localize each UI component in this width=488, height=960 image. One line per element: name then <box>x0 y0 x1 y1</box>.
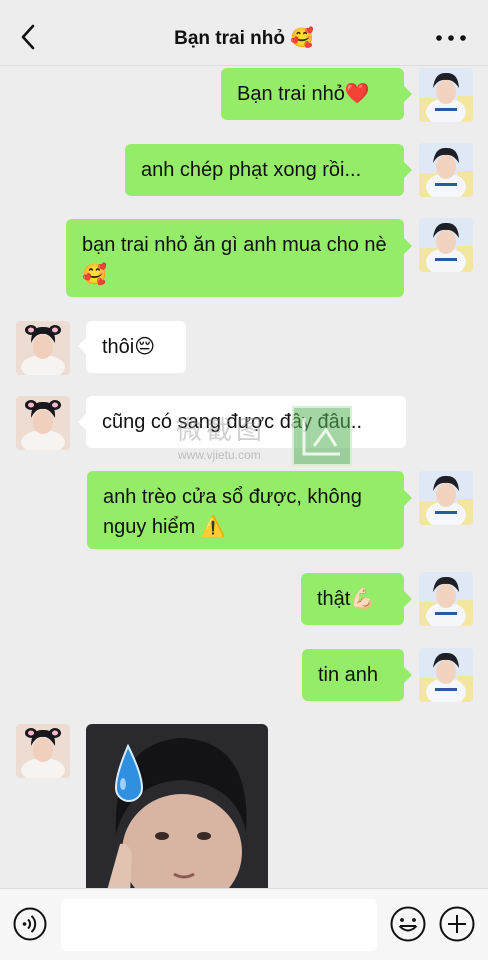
bubble-tail <box>404 490 412 506</box>
message-text: thôi😔 <box>102 336 156 358</box>
more-dots-icon[interactable] <box>434 28 468 48</box>
message-list[interactable]: Bạn trai nhỏ❤️ anh chép phạt xong rồi...… <box>0 66 488 888</box>
message-text: anh trèo cửa sổ được, không nguy hiểm ⚠️ <box>103 486 362 538</box>
message-text: bạn trai nhỏ ăn gì anh mua cho nè🥰 <box>82 234 387 286</box>
message-text: cũng có sang được đây đâu.. <box>102 411 362 433</box>
message-bubble-outgoing[interactable]: Bạn trai nhỏ❤️ <box>221 68 404 120</box>
my-avatar[interactable] <box>419 648 473 702</box>
my-avatar[interactable] <box>419 471 473 525</box>
message-input[interactable] <box>61 899 377 951</box>
chat-title: Bạn trai nhỏ 🥰 <box>174 28 314 49</box>
bubble-tail <box>78 338 86 354</box>
chat-header: Bạn trai nhỏ 🥰 <box>0 0 488 66</box>
message-bubble-outgoing[interactable]: thật💪🏻 <box>301 573 404 625</box>
plus-icon[interactable] <box>438 905 476 943</box>
contact-avatar[interactable] <box>16 724 70 778</box>
bubble-tail <box>78 414 86 430</box>
emoji-icon[interactable] <box>389 905 427 943</box>
message-bubble-outgoing[interactable]: bạn trai nhỏ ăn gì anh mua cho nè🥰 <box>66 219 404 297</box>
my-avatar[interactable] <box>419 218 473 272</box>
voice-icon[interactable] <box>12 906 48 942</box>
contact-avatar[interactable] <box>16 396 70 450</box>
message-bubble-incoming[interactable]: thôi😔 <box>86 321 186 373</box>
my-avatar[interactable] <box>419 143 473 197</box>
message-text: anh chép phạt xong rồi... <box>141 159 362 181</box>
bubble-tail <box>404 86 412 102</box>
bubble-tail <box>404 591 412 607</box>
message-text: thật💪🏻 <box>317 588 376 610</box>
message-bubble-outgoing[interactable]: anh chép phạt xong rồi... <box>125 144 404 196</box>
message-text: tin anh <box>318 664 379 686</box>
message-bubble-outgoing[interactable]: tin anh <box>302 649 404 701</box>
bubble-tail <box>404 238 412 254</box>
input-bar <box>0 888 488 960</box>
my-avatar[interactable] <box>419 572 473 626</box>
message-bubble-outgoing[interactable]: anh trèo cửa sổ được, không nguy hiểm ⚠️ <box>87 471 404 549</box>
bubble-tail <box>404 667 412 683</box>
sticker-image[interactable] <box>86 724 268 888</box>
message-bubble-incoming[interactable]: cũng có sang được đây đâu.. <box>86 396 406 448</box>
message-text: Bạn trai nhỏ❤️ <box>237 83 370 105</box>
my-avatar[interactable] <box>419 68 473 122</box>
bubble-tail <box>404 162 412 178</box>
contact-avatar[interactable] <box>16 321 70 375</box>
